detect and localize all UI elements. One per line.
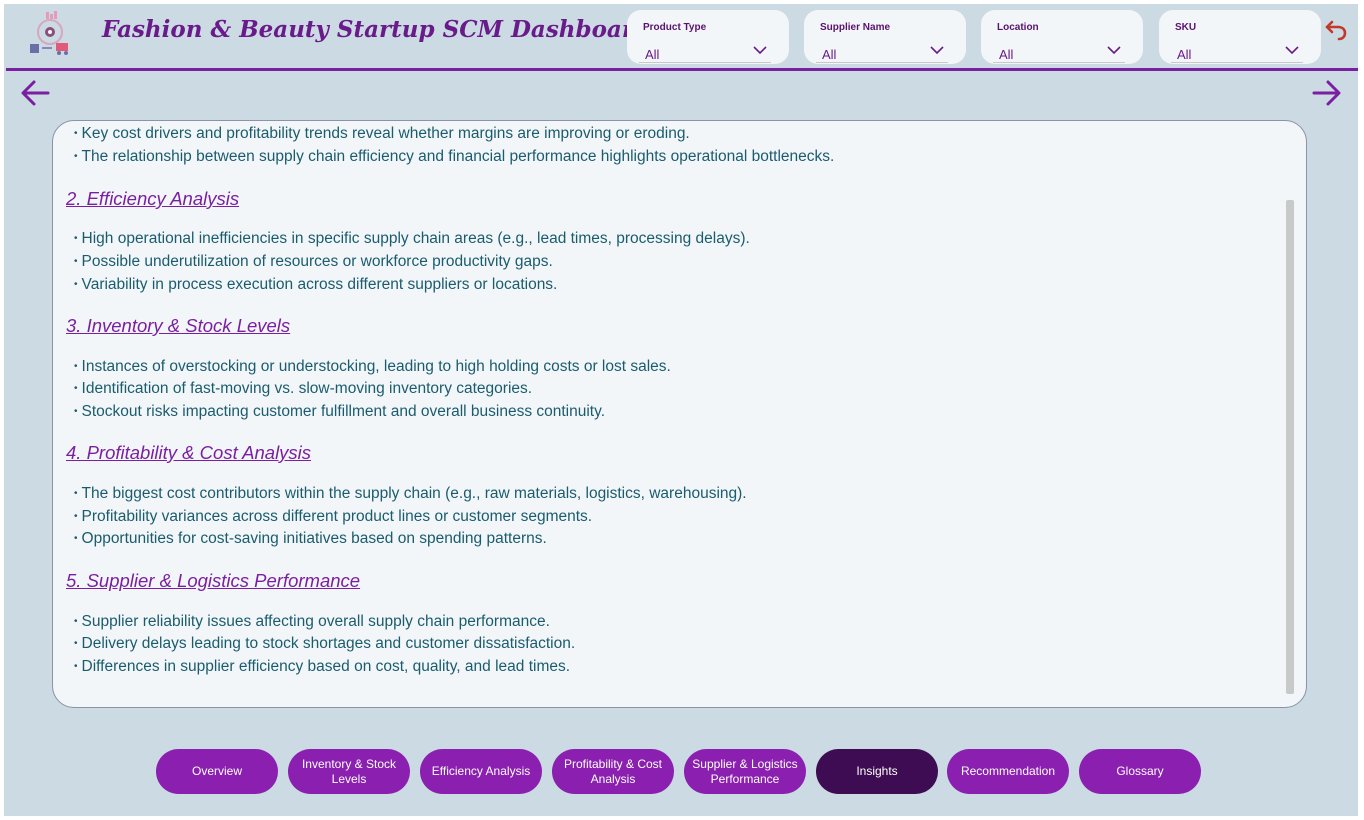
section-heading-profitability: 4. Profitability & Cost Analysis	[66, 442, 312, 463]
filter-select[interactable]: All	[639, 41, 771, 63]
section-heading-inventory: 3. Inventory & Stock Levels	[66, 315, 291, 336]
nav-button-glossary[interactable]: Glossary	[1079, 749, 1201, 794]
chevron-down-icon[interactable]	[930, 45, 944, 55]
header-divider	[6, 68, 1358, 71]
list-item: Instances of overstocking or understocki…	[74, 357, 671, 379]
filter-value: All	[1177, 47, 1192, 62]
nav-button-overview[interactable]: Overview	[156, 749, 278, 794]
chevron-down-icon[interactable]	[753, 45, 767, 55]
scrollbar[interactable]	[1286, 200, 1294, 694]
nav-button-insights[interactable]: Insights	[816, 749, 938, 794]
list-item: Stockout risks impacting customer fulfil…	[74, 402, 606, 424]
list-item: The relationship between supply chain ef…	[74, 147, 835, 169]
undo-arrow-icon[interactable]	[1324, 18, 1348, 42]
nav-button-efficiency[interactable]: Efficiency Analysis	[420, 749, 542, 794]
list-item: Key cost drivers and profitability trend…	[74, 124, 690, 146]
nav-button-supplier-logistics[interactable]: Supplier & Logistics Performance	[684, 749, 806, 794]
arrow-left-icon[interactable]	[20, 78, 52, 108]
filter-label: Location	[997, 22, 1039, 33]
nav-button-profitability[interactable]: Profitability & Cost Analysis	[552, 749, 674, 794]
filter-label: Product Type	[643, 22, 707, 33]
filter-label: Supplier Name	[820, 22, 891, 33]
list-item: Variability in process execution across …	[74, 275, 558, 297]
nav-button-inventory[interactable]: Inventory & Stock Levels	[288, 749, 410, 794]
filter-sku[interactable]: SKU All	[1159, 10, 1321, 64]
list-item: Differences in supplier efficiency based…	[74, 657, 571, 679]
list-item: Possible underutilization of resources o…	[74, 252, 553, 274]
supply-chain-logo-icon	[26, 10, 78, 58]
chevron-down-icon[interactable]	[1107, 45, 1121, 55]
filter-location[interactable]: Location All	[981, 10, 1143, 64]
filter-product-type[interactable]: Product Type All	[627, 10, 789, 64]
filter-value: All	[645, 47, 660, 62]
list-item: Supplier reliability issues affecting ov…	[74, 612, 550, 634]
chevron-down-icon[interactable]	[1285, 45, 1299, 55]
filter-value: All	[999, 47, 1014, 62]
page-title: Fashion & Beauty Startup SCM Dashboard	[102, 16, 651, 43]
list-item: Delivery delays leading to stock shortag…	[74, 634, 576, 656]
filter-select[interactable]: All	[993, 41, 1125, 63]
nav-button-recommendation[interactable]: Recommendation	[947, 749, 1069, 794]
list-item: Opportunities for cost-saving initiative…	[74, 529, 547, 551]
filter-supplier-name[interactable]: Supplier Name All	[804, 10, 966, 64]
section-heading-supplier: 5. Supplier & Logistics Performance	[66, 570, 361, 591]
list-item: High operational inefficiencies in speci…	[74, 229, 750, 251]
list-item: The biggest cost contributors within the…	[74, 484, 747, 506]
filter-select[interactable]: All	[816, 41, 948, 63]
section-heading-efficiency: 2. Efficiency Analysis	[66, 188, 240, 209]
list-item: Profitability variances across different…	[74, 507, 593, 529]
list-item: Identification of fast-moving vs. slow-m…	[74, 379, 533, 401]
filter-label: SKU	[1175, 22, 1197, 33]
insights-text: Key cost drivers and profitability trend…	[66, 120, 1276, 706]
filter-select[interactable]: All	[1171, 41, 1303, 63]
filter-value: All	[822, 47, 837, 62]
arrow-right-icon[interactable]	[1310, 78, 1342, 108]
